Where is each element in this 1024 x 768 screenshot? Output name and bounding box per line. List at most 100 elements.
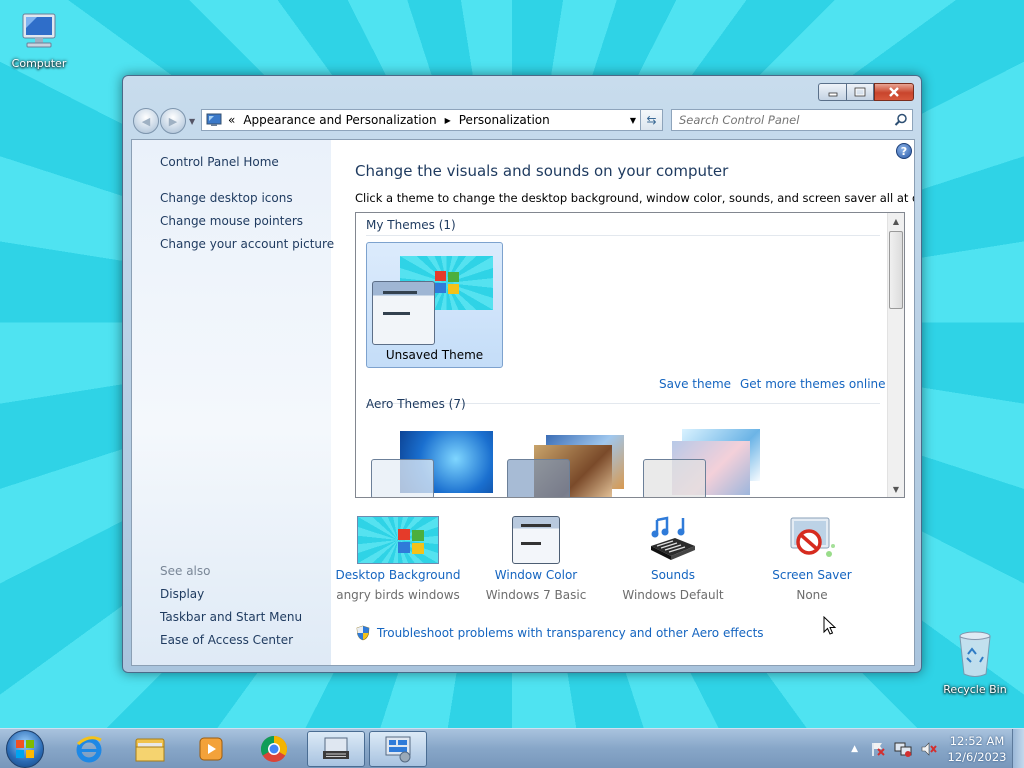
- show-hidden-icons-button[interactable]: ▲: [851, 744, 858, 754]
- desktop-icon-computer[interactable]: Computer: [3, 10, 75, 70]
- search-icon[interactable]: [894, 113, 908, 127]
- troubleshoot-aero-link[interactable]: Troubleshoot problems with transparency …: [355, 625, 764, 641]
- maximize-button[interactable]: [846, 83, 874, 101]
- address-prefix[interactable]: «: [228, 113, 235, 127]
- control-panel-home-link[interactable]: Control Panel Home: [160, 155, 279, 169]
- desktop-icon-label: Computer: [11, 57, 67, 70]
- desktop-icon-recycle-bin[interactable]: Recycle Bin: [939, 630, 1011, 696]
- window-color-icon: [512, 516, 560, 564]
- address-bar[interactable]: « Appearance and Personalization ▶ Perso…: [201, 109, 641, 131]
- desktop-background-label: Desktop Background: [335, 568, 461, 582]
- page-description: Click a theme to change the desktop back…: [355, 191, 915, 205]
- get-more-themes-link[interactable]: Get more themes online: [740, 377, 886, 391]
- computer-icon: [17, 10, 61, 54]
- chrome-icon: [260, 735, 288, 762]
- media-player-icon: [199, 737, 223, 761]
- recent-pages-dropdown[interactable]: ▼: [189, 117, 195, 126]
- notification-area: ▲ 12:52 AM 12/6/2023: [851, 729, 1024, 768]
- window-color-value: Windows 7 Basic: [485, 588, 587, 602]
- sounds-setting[interactable]: Sounds Windows Default: [608, 516, 738, 602]
- desktop-background-setting[interactable]: Desktop Background angry birds windows: [333, 516, 463, 602]
- desktop-background-icon: [357, 516, 439, 564]
- window-content: Control Panel Home Change desktop icons …: [131, 139, 915, 666]
- change-mouse-pointers-link[interactable]: Change mouse pointers: [160, 214, 303, 228]
- close-icon: [889, 87, 899, 97]
- control-panel-icon: [206, 112, 222, 128]
- taskbar-start-menu-link[interactable]: Taskbar and Start Menu: [160, 610, 302, 624]
- clock-date: 12/6/2023: [947, 750, 1007, 764]
- folder-icon: [135, 738, 165, 762]
- taskbar-internet-explorer[interactable]: [60, 731, 118, 767]
- theme-unsaved[interactable]: Unsaved Theme: [366, 242, 503, 368]
- theme-aero-characters[interactable]: [642, 427, 766, 497]
- theme-window-preview: [507, 459, 570, 497]
- internet-explorer-icon: [76, 736, 102, 763]
- breadcrumb-separator-icon: ▶: [444, 115, 451, 125]
- scroll-down-icon[interactable]: ▼: [888, 481, 904, 497]
- change-desktop-icons-link[interactable]: Change desktop icons: [160, 191, 293, 205]
- theme-list-scrollbar[interactable]: ▲ ▼: [887, 213, 904, 497]
- sounds-label: Sounds: [650, 568, 696, 582]
- refresh-button[interactable]: ⇆: [641, 109, 663, 131]
- troubleshoot-label[interactable]: Troubleshoot problems with transparency …: [377, 626, 764, 640]
- maximize-icon: [854, 87, 866, 97]
- close-button[interactable]: [874, 83, 914, 101]
- my-themes-header: My Themes (1): [366, 218, 456, 232]
- taskbar-on-screen-keyboard[interactable]: [307, 731, 365, 767]
- caption-buttons: [818, 83, 914, 101]
- theme-aero-windows7[interactable]: [370, 431, 494, 497]
- network-icon[interactable]: [894, 741, 912, 757]
- desktop-background-value: angry birds windows: [336, 588, 460, 602]
- screen-saver-label: Screen Saver: [772, 568, 852, 582]
- action-center-flag-icon[interactable]: [870, 741, 886, 757]
- screen-saver-setting[interactable]: Screen Saver None: [747, 516, 877, 602]
- clock-time: 12:52 AM: [949, 734, 1005, 748]
- see-also-heading: See also: [160, 564, 211, 578]
- taskbar-control-panel[interactable]: [369, 731, 427, 767]
- show-desktop-button[interactable]: [1012, 729, 1024, 768]
- minimize-button[interactable]: [818, 83, 846, 101]
- volume-muted-icon[interactable]: [920, 741, 938, 757]
- help-button[interactable]: ?: [896, 143, 912, 159]
- refresh-icon: ⇆: [646, 113, 657, 127]
- clock[interactable]: 12:52 AM 12/6/2023: [942, 733, 1012, 765]
- page-title: Change the visuals and sounds on your co…: [355, 162, 729, 180]
- search-input[interactable]: [672, 110, 882, 130]
- taskbar: ▲ 12:52 AM 12/6/2023: [0, 728, 1024, 768]
- theme-list[interactable]: My Themes (1) Unsaved Theme Save theme G…: [355, 212, 905, 498]
- navigation-bar: ◀ ▶ ▼ « Appearance and Personalization ▶…: [131, 105, 913, 135]
- start-button[interactable]: [6, 730, 44, 768]
- scroll-thumb[interactable]: [889, 231, 903, 309]
- desktop-icon-label: Recycle Bin: [943, 683, 1007, 696]
- theme-window-preview: [371, 459, 434, 497]
- change-account-picture-link[interactable]: Change your account picture: [160, 237, 334, 251]
- taskbar-file-explorer[interactable]: [121, 731, 179, 767]
- help-icon: ?: [900, 144, 908, 158]
- angry-birds-logo-icon: [435, 271, 459, 294]
- screen-saver-value: None: [796, 588, 828, 602]
- keyboard-icon: [323, 737, 349, 759]
- back-button[interactable]: ◀: [133, 108, 159, 134]
- mouse-cursor-icon: [823, 616, 837, 635]
- forward-button[interactable]: ▶: [160, 108, 186, 134]
- minimize-icon: [828, 92, 837, 97]
- theme-aero-architecture[interactable]: [506, 427, 630, 497]
- scroll-up-icon[interactable]: ▲: [888, 213, 904, 229]
- main-pane: ? Change the visuals and sounds on your …: [331, 140, 914, 665]
- task-pane: Control Panel Home Change desktop icons …: [132, 140, 334, 665]
- theme-window-preview: [643, 459, 706, 497]
- address-dropdown-icon[interactable]: ▼: [630, 116, 636, 125]
- taskbar-media-player[interactable]: [182, 731, 240, 767]
- taskbar-chrome[interactable]: [245, 731, 303, 767]
- windows-logo-icon: [16, 740, 34, 758]
- control-panel-icon: [385, 736, 411, 763]
- breadcrumb-appearance[interactable]: Appearance and Personalization: [243, 113, 436, 127]
- breadcrumb-personalization[interactable]: Personalization: [459, 113, 550, 127]
- display-link[interactable]: Display: [160, 587, 204, 601]
- ease-of-access-link[interactable]: Ease of Access Center: [160, 633, 293, 647]
- aero-themes-header: Aero Themes (7): [366, 397, 466, 411]
- save-theme-link[interactable]: Save theme: [659, 377, 731, 391]
- forward-arrow-icon: ▶: [168, 114, 178, 128]
- window-color-setting[interactable]: Window Color Windows 7 Basic: [471, 516, 601, 602]
- unsaved-theme-label: Unsaved Theme: [385, 348, 484, 362]
